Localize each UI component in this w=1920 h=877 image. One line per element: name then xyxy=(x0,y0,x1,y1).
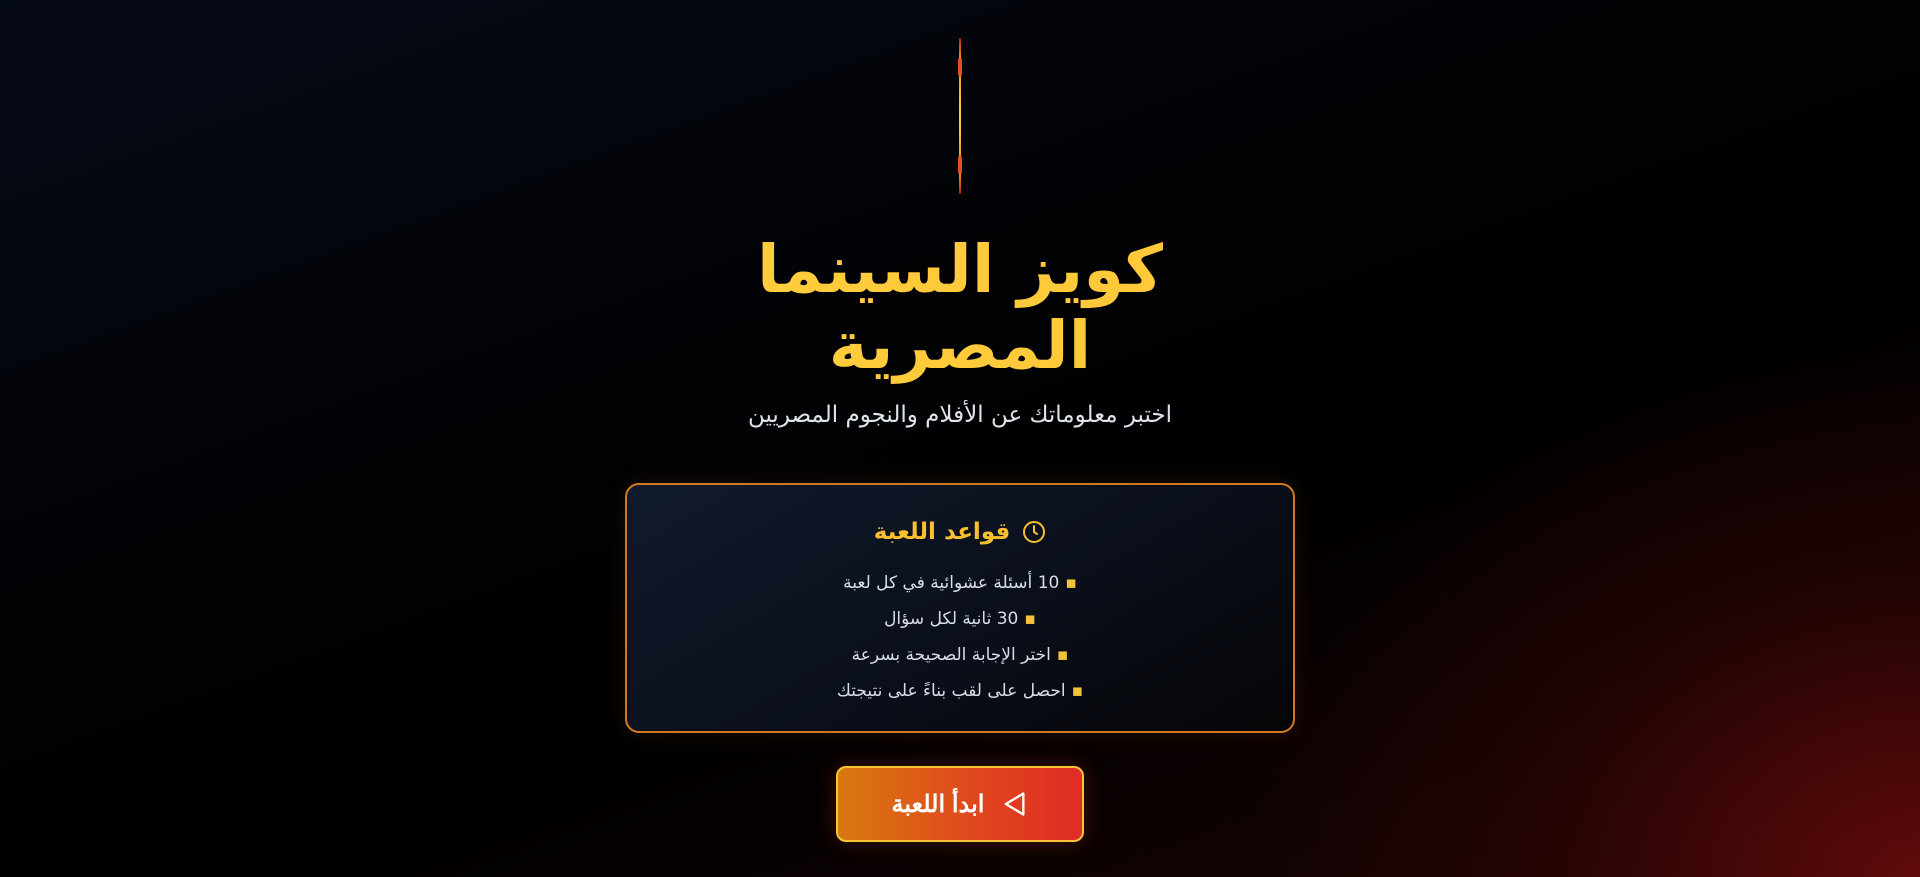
play-icon xyxy=(1005,792,1025,816)
bullet-icon: ▪ xyxy=(1071,681,1084,701)
streak-segment-bottom xyxy=(958,156,962,174)
page-title: كويز السينما المصرية xyxy=(0,232,1920,384)
streak-segment-top xyxy=(958,58,962,76)
title-line-2: المصرية xyxy=(828,307,1092,384)
rule-text: احصل على لقب بناءً على نتيجتك xyxy=(836,681,1066,701)
start-game-button[interactable]: ابدأ اللعبة xyxy=(836,766,1084,842)
rules-title: قواعد اللعبة xyxy=(873,519,1011,545)
bullet-icon: ▪ xyxy=(1024,609,1036,629)
film-strip-decoration xyxy=(958,38,962,194)
rule-item: ▪10 أسئلة عشوائية في كل لعبة xyxy=(627,565,1293,601)
rule-text: 30 ثانية لكل سؤال xyxy=(884,609,1019,629)
title-line-1: كويز السينما xyxy=(756,231,1164,308)
rules-header: قواعد اللعبة xyxy=(627,519,1293,545)
rules-list: ▪10 أسئلة عشوائية في كل لعبة ▪30 ثانية ل… xyxy=(627,565,1293,709)
bullet-icon: ▪ xyxy=(1065,573,1077,593)
rule-item: ▪اختر الإجابة الصحيحة بسرعة xyxy=(627,637,1293,673)
bullet-icon: ▪ xyxy=(1056,645,1069,665)
rules-card: قواعد اللعبة ▪10 أسئلة عشوائية في كل لعب… xyxy=(625,483,1295,733)
rule-text: 10 أسئلة عشوائية في كل لعبة xyxy=(843,573,1060,593)
rule-item: ▪30 ثانية لكل سؤال xyxy=(627,601,1293,637)
page-subtitle: اختبر معلوماتك عن الأفلام والنجوم المصري… xyxy=(747,402,1173,428)
start-game-label: ابدأ اللعبة xyxy=(891,790,985,818)
rule-item: ▪احصل على لقب بناءً على نتيجتك xyxy=(627,673,1293,709)
clock-icon xyxy=(1023,521,1046,543)
rule-text: اختر الإجابة الصحيحة بسرعة xyxy=(851,645,1051,665)
